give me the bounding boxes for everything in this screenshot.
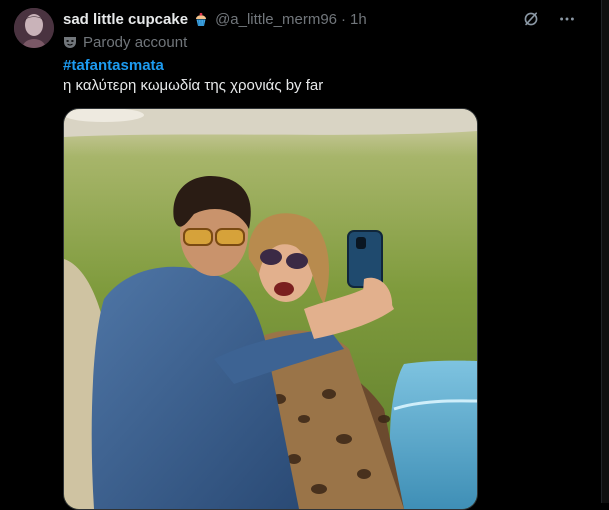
- tweet-header: sad little cupcake @a_little_merm96 · 1h: [63, 9, 582, 29]
- separator-dot: ·: [341, 10, 347, 28]
- cupcake-icon: [193, 11, 209, 27]
- hashtag-link[interactable]: #tafantasmata: [63, 57, 164, 74]
- post-time[interactable]: 1h: [350, 11, 367, 28]
- avatar[interactable]: [14, 8, 54, 48]
- scrollbar[interactable]: [601, 0, 609, 503]
- more-options-icon[interactable]: [556, 8, 578, 30]
- grok-icon[interactable]: [520, 8, 542, 30]
- author-display-name[interactable]: sad little cupcake: [63, 11, 188, 28]
- header-actions: [520, 8, 578, 30]
- tweet[interactable]: sad little cupcake @a_little_merm96 · 1h: [0, 0, 602, 510]
- parody-label: Parody account: [63, 32, 187, 52]
- tweet-photo[interactable]: [63, 108, 478, 510]
- tweet-text: η καλύτερη κωμωδία της χρονιάς by far: [63, 77, 324, 94]
- mask-icon: [63, 35, 77, 49]
- author-handle[interactable]: @a_little_merm96: [215, 11, 337, 28]
- parody-label-text: Parody account: [83, 33, 188, 51]
